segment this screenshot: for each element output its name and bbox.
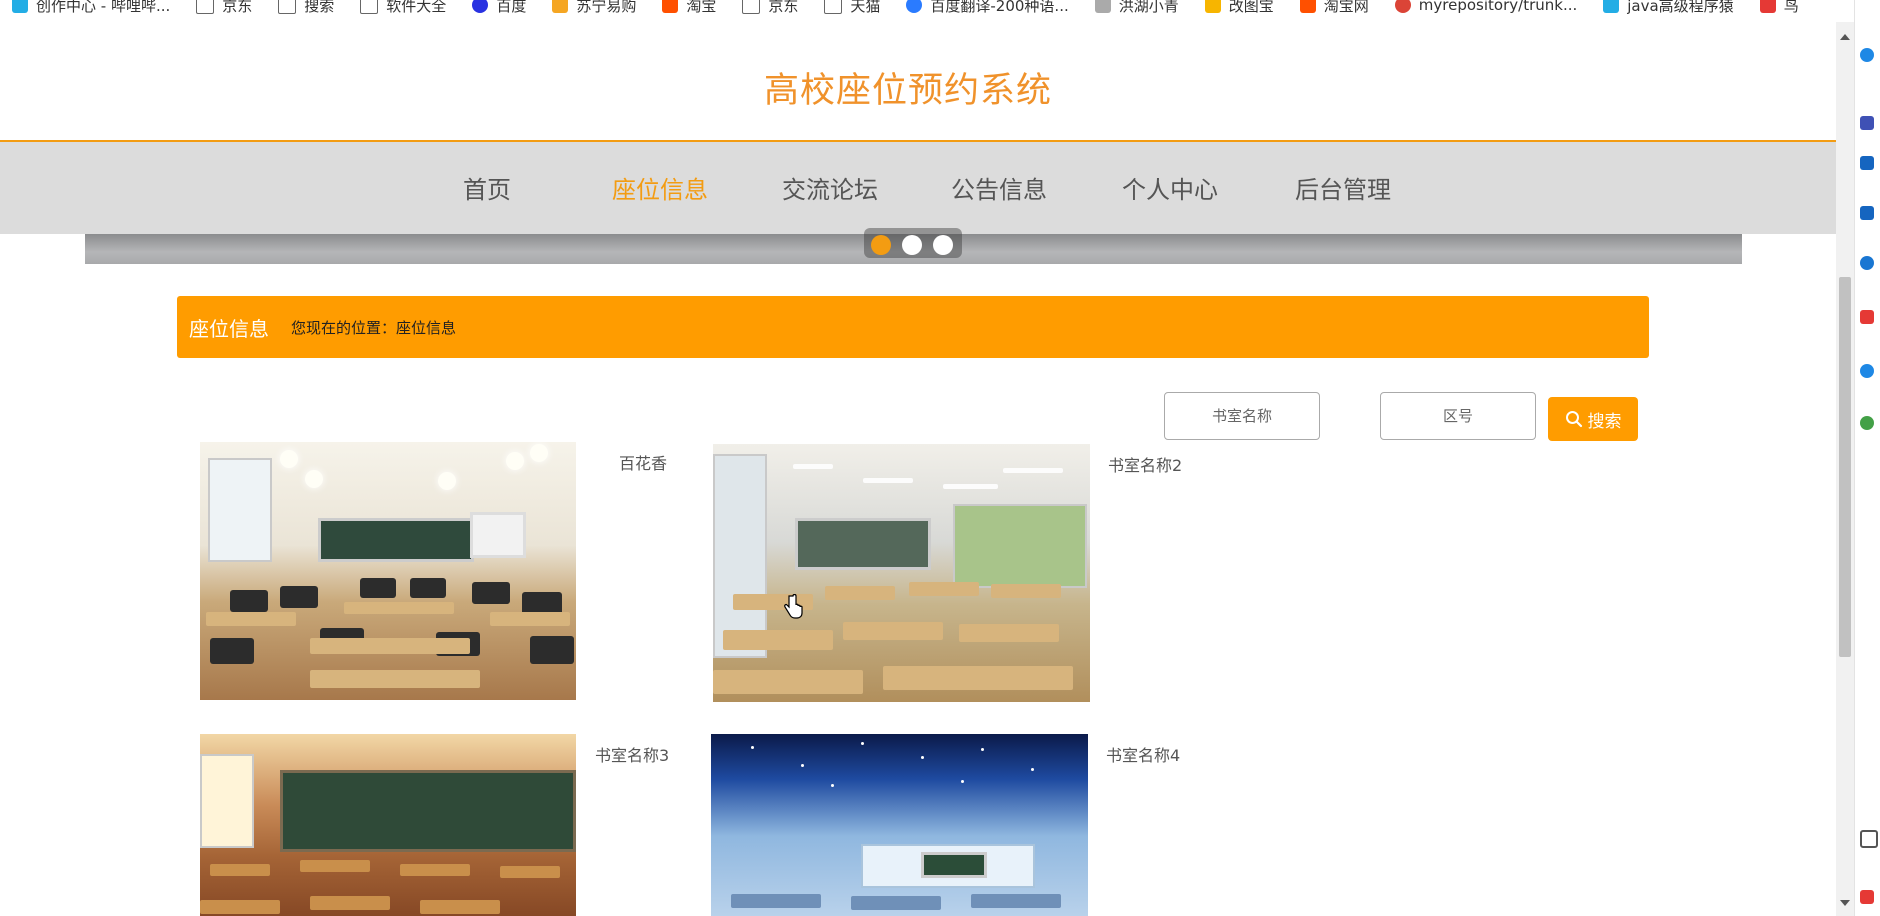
bilibili-icon bbox=[12, 0, 28, 13]
breadcrumb-label: 您现在的位置： bbox=[291, 318, 397, 337]
bookmark-label: 搜索 bbox=[304, 0, 335, 15]
room-name-1[interactable]: 百花香 bbox=[619, 450, 667, 474]
page-scrollbar[interactable] bbox=[1836, 22, 1854, 916]
bookmark-label: 改图宝 bbox=[1228, 0, 1274, 15]
scroll-up-arrow-icon[interactable] bbox=[1840, 34, 1850, 40]
nav-personal-center[interactable]: 个人中心 bbox=[1122, 170, 1218, 205]
side-arrow-icon[interactable] bbox=[1860, 116, 1874, 130]
page-icon bbox=[278, 0, 297, 14]
bookmark-label: 创作中心 - 哔哩哔... bbox=[36, 0, 171, 15]
room-image-2[interactable] bbox=[713, 444, 1090, 702]
zone-number-input[interactable] bbox=[1380, 392, 1536, 440]
breadcrumb-bar: 座位信息 您现在的位置： 座位信息 bbox=[177, 296, 1649, 358]
room-name-3[interactable]: 书室名称3 bbox=[595, 742, 669, 766]
bookmark-item[interactable]: 天猫 bbox=[824, 0, 880, 16]
bookmark-item[interactable]: 软件大全 bbox=[360, 0, 446, 16]
side-search-icon[interactable] bbox=[1860, 48, 1874, 62]
nav-forum[interactable]: 交流论坛 bbox=[782, 170, 878, 205]
bookmark-label: 苏宁易购 bbox=[576, 0, 637, 15]
bird-icon bbox=[1094, 0, 1111, 13]
suning-icon bbox=[552, 0, 569, 13]
side-bookmark-icon[interactable] bbox=[1860, 206, 1874, 220]
page: 高校座位预约系统 首页 座位信息 交流论坛 公告信息 个人中心 后台管理 座位信… bbox=[0, 22, 1836, 916]
bookmark-item[interactable]: 搜索 bbox=[278, 0, 334, 16]
bookmark-label: 软件大全 bbox=[386, 0, 447, 15]
search-button-label: 搜索 bbox=[1587, 411, 1622, 432]
room-image-3[interactable] bbox=[200, 734, 576, 916]
baidu-translate-icon bbox=[906, 0, 923, 13]
baidu-icon bbox=[472, 0, 489, 13]
bookmark-label: myrepository/trunk... bbox=[1418, 0, 1578, 14]
breadcrumb-title: 座位信息 bbox=[189, 316, 269, 341]
page-icon bbox=[360, 0, 379, 14]
bookmark-label: java高级程序猿 bbox=[1627, 0, 1734, 15]
bookmark-label: 洪湖小青 bbox=[1118, 0, 1179, 15]
main-nav: 首页 座位信息 交流论坛 公告信息 个人中心 后台管理 bbox=[0, 142, 1836, 234]
hand-cursor-icon bbox=[784, 594, 803, 619]
side-apps-icon[interactable] bbox=[1860, 310, 1874, 324]
bird-red-icon bbox=[1759, 0, 1776, 13]
bookmark-item[interactable]: java高级程序猿 bbox=[1603, 0, 1734, 16]
bookmark-item[interactable]: 京东 bbox=[742, 0, 798, 16]
bookmark-label: 淘宝网 bbox=[1323, 0, 1369, 15]
page-icon bbox=[742, 0, 761, 14]
bookmark-label: 京东 bbox=[222, 0, 253, 15]
carousel-dot-1[interactable] bbox=[871, 235, 891, 255]
room-name-4[interactable]: 书室名称4 bbox=[1106, 742, 1180, 766]
search-button[interactable]: 搜索 bbox=[1548, 397, 1638, 441]
bookmark-item[interactable]: 百度翻译-200种语... bbox=[906, 0, 1069, 16]
breadcrumb-current[interactable]: 座位信息 bbox=[396, 317, 456, 338]
carousel-indicators bbox=[864, 228, 962, 258]
side-screen-icon[interactable] bbox=[1860, 830, 1878, 848]
room-name-2[interactable]: 书室名称2 bbox=[1108, 452, 1182, 476]
taobao-icon bbox=[662, 0, 679, 13]
bookmark-item[interactable]: 苏宁易购 bbox=[552, 0, 636, 16]
side-spotify-icon[interactable] bbox=[1860, 416, 1874, 430]
room-name-input[interactable] bbox=[1164, 392, 1320, 440]
nav-home[interactable]: 首页 bbox=[463, 170, 511, 205]
bookmark-item[interactable]: 改图宝 bbox=[1204, 0, 1274, 16]
carousel-dot-2[interactable] bbox=[902, 235, 922, 255]
scroll-thumb[interactable] bbox=[1839, 277, 1851, 657]
search-icon bbox=[1565, 411, 1582, 428]
bookmark-item[interactable]: 洪湖小青 bbox=[1094, 0, 1179, 16]
scroll-down-arrow-icon[interactable] bbox=[1840, 900, 1850, 906]
carousel-dot-3[interactable] bbox=[933, 235, 953, 255]
site-title: 高校座位预约系统 bbox=[763, 71, 1052, 111]
chrome-icon bbox=[1394, 0, 1411, 13]
bookmark-item[interactable]: 淘宝网 bbox=[1299, 0, 1369, 16]
bookmarks-bar: 创作中心 - 哔哩哔... 京东 搜索 软件大全 百度 苏宁易购 淘宝 京东 天猫 百度翻译-20… bbox=[0, 0, 1880, 22]
browser-side-panel bbox=[1854, 0, 1880, 916]
bookmark-item[interactable]: 百度 bbox=[472, 0, 526, 16]
bookmark-label: 鸟 bbox=[1783, 0, 1799, 15]
bookmark-item[interactable]: 淘宝 bbox=[662, 0, 716, 16]
bookmark-item[interactable]: 创作中心 - 哔哩哔... bbox=[12, 0, 170, 16]
side-feedback-icon[interactable] bbox=[1860, 890, 1874, 904]
page-icon bbox=[824, 0, 843, 14]
bilibili-icon bbox=[1603, 0, 1620, 13]
side-diamond-icon[interactable] bbox=[1860, 156, 1874, 170]
side-user-icon[interactable] bbox=[1860, 256, 1874, 270]
bookmark-label: 淘宝 bbox=[686, 0, 717, 15]
bookmark-label: 京东 bbox=[768, 0, 799, 15]
bookmark-label: 天猫 bbox=[850, 0, 881, 15]
nav-admin[interactable]: 后台管理 bbox=[1295, 170, 1391, 205]
nav-seat-info[interactable]: 座位信息 bbox=[612, 170, 708, 205]
bookmark-item[interactable]: 鸟 bbox=[1759, 0, 1799, 16]
bookmark-item[interactable]: myrepository/trunk... bbox=[1394, 0, 1578, 14]
room-image-1[interactable] bbox=[200, 442, 576, 700]
room-image-4[interactable] bbox=[711, 734, 1088, 916]
gaitubao-icon bbox=[1204, 0, 1221, 13]
nav-announcements[interactable]: 公告信息 bbox=[951, 170, 1047, 205]
bookmark-label: 百度翻译-200种语... bbox=[930, 0, 1069, 15]
taobao-icon bbox=[1299, 0, 1316, 13]
page-icon bbox=[196, 0, 215, 14]
side-outlook-icon[interactable] bbox=[1860, 364, 1874, 378]
bookmark-label: 百度 bbox=[496, 0, 527, 15]
bookmark-item[interactable]: 京东 bbox=[196, 0, 252, 16]
